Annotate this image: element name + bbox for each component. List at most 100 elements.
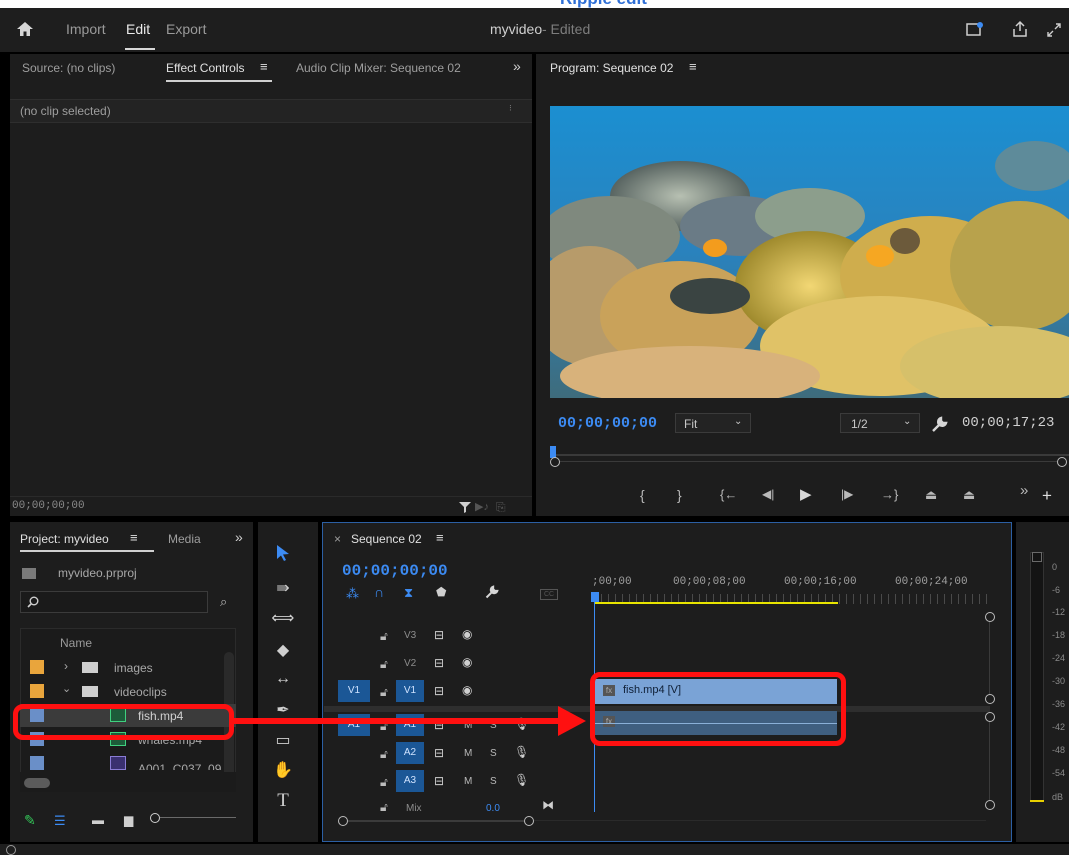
zoom-slider-handle[interactable] <box>150 813 160 823</box>
captions-icon[interactable]: CC <box>540 589 558 600</box>
play-icon[interactable]: ▶ <box>800 485 812 503</box>
track-label[interactable]: A3 <box>396 770 424 792</box>
pencil-icon[interactable]: ✎ <box>24 812 36 829</box>
scroll-handle-left[interactable] <box>338 816 348 826</box>
close-sequence-icon[interactable]: × <box>334 532 341 546</box>
lock-icon[interactable]: 🔓︎ <box>380 657 388 672</box>
more-panels-icon[interactable]: » <box>235 529 243 545</box>
more-buttons-icon[interactable]: » <box>1020 482 1028 499</box>
more-panels-icon[interactable]: » <box>513 58 521 74</box>
column-header-name[interactable]: Name <box>60 636 92 650</box>
lock-icon[interactable]: 🔓︎ <box>380 629 388 644</box>
sync-lock-icon[interactable]: ⊟ <box>434 746 444 760</box>
add-button-icon[interactable]: + <box>1042 486 1052 506</box>
tab-effect-controls[interactable]: Effect Controls <box>166 61 244 75</box>
timeline-horizontal-scroll[interactable] <box>338 816 986 828</box>
sync-lock-icon[interactable]: ⊟ <box>434 656 444 670</box>
timeline-timecode[interactable]: 00;00;00;00 <box>342 562 448 580</box>
scroll-thumb[interactable] <box>348 820 524 822</box>
export-clip-icon[interactable]: ⎘ <box>496 500 506 515</box>
program-playhead-timecode[interactable]: 00;00;00;00 <box>558 415 657 432</box>
mark-in-icon[interactable]: { <box>640 487 645 503</box>
track-scroll-handle[interactable] <box>985 800 995 810</box>
mute-button[interactable]: M <box>464 776 472 787</box>
go-to-out-icon[interactable]: →} <box>881 487 898 502</box>
eye-icon[interactable]: ◉ <box>462 655 472 669</box>
microphone-icon[interactable]: 🎙︎ <box>514 773 529 787</box>
step-forward-icon[interactable]: |▶ <box>841 487 853 501</box>
track-scroll-handle[interactable] <box>985 612 995 622</box>
selection-tool-icon[interactable] <box>270 544 296 570</box>
nest-icon[interactable]: ⁂ <box>346 586 359 602</box>
linked-selection-icon[interactable]: ⧗ <box>404 585 413 601</box>
hand-tool-icon[interactable]: ✋ <box>270 760 296 786</box>
eye-icon[interactable]: ◉ <box>462 627 472 641</box>
sync-lock-icon[interactable]: ⊟ <box>434 684 444 698</box>
snap-icon[interactable]: ∩ <box>374 584 384 600</box>
icon-view-icon[interactable]: ▬ <box>92 813 104 827</box>
import-tab[interactable]: Import <box>66 21 106 37</box>
extract-icon[interactable]: ⏏ <box>963 487 975 503</box>
mix-volume-value[interactable]: 0.0 <box>486 803 500 812</box>
tab-media-browser[interactable]: Media <box>168 532 201 546</box>
lift-icon[interactable]: ⏏ <box>925 487 937 503</box>
track-select-tool-icon[interactable]: ⇛ <box>270 578 296 604</box>
list-item[interactable]: ⌄ videoclips <box>20 680 236 703</box>
lock-icon[interactable]: 🔓︎ <box>380 685 388 700</box>
timeline-playhead-handle[interactable] <box>591 592 599 602</box>
panel-menu-icon[interactable]: ≡ <box>689 59 697 74</box>
edit-tab[interactable]: Edit <box>126 21 150 37</box>
razor-tool-icon[interactable]: ◆ <box>270 640 296 666</box>
horizontal-scrollbar[interactable] <box>24 778 50 788</box>
share-icon[interactable] <box>1011 20 1029 38</box>
track-label[interactable]: A2 <box>396 742 424 764</box>
fullscreen-icon[interactable] <box>1046 22 1062 38</box>
filter-icon[interactable] <box>458 500 472 514</box>
panel-menu-icon[interactable]: ≡ <box>436 530 444 545</box>
home-icon[interactable] <box>16 20 34 38</box>
lock-icon[interactable]: 🔓︎ <box>380 747 388 762</box>
sync-lock-icon[interactable]: ⊟ <box>434 628 444 642</box>
add-marker-icon[interactable]: ⬟ <box>436 585 446 599</box>
rectangle-tool-icon[interactable]: ▭ <box>270 730 296 756</box>
track-scroll-handle[interactable] <box>985 712 995 722</box>
slip-tool-icon[interactable]: ↔ <box>270 670 296 696</box>
solo-button[interactable]: S <box>490 776 497 787</box>
solo-button[interactable]: S <box>490 748 497 759</box>
sequence-tab[interactable]: Sequence 02 <box>351 532 422 546</box>
work-area-bar[interactable] <box>594 602 838 604</box>
ripple-edit-tool-icon[interactable]: ⟺ <box>270 608 296 634</box>
source-patch-v1[interactable]: V1 <box>338 680 370 702</box>
go-to-in-icon[interactable]: {← <box>720 487 737 502</box>
meter-solo-button[interactable] <box>1032 552 1042 562</box>
track-scroll-handle[interactable] <box>985 694 995 704</box>
fit-dropdown[interactable]: Fit ⌄ <box>675 413 751 433</box>
collapse-icon[interactable]: ⁝ <box>509 103 512 114</box>
eye-icon[interactable]: ◉ <box>462 683 472 697</box>
mark-out-icon[interactable]: } <box>677 487 682 503</box>
export-tab[interactable]: Export <box>166 21 206 37</box>
zoom-bar[interactable] <box>550 457 1067 467</box>
play-audio-icon[interactable]: ▶♪ <box>475 500 489 513</box>
panel-menu-icon[interactable]: ≡ <box>130 530 138 545</box>
step-back-icon[interactable]: ◀| <box>762 487 774 501</box>
new-bin-search-icon[interactable]: ⌕ <box>220 594 227 610</box>
tab-source[interactable]: Source: (no clips) <box>22 61 115 75</box>
status-indicator-icon[interactable] <box>6 845 16 855</box>
go-to-end-icon[interactable]: ⧓ <box>542 798 554 812</box>
track-label[interactable]: V1 <box>396 680 424 702</box>
lock-icon[interactable]: 🔓︎ <box>380 800 388 812</box>
mute-button[interactable]: M <box>464 748 472 759</box>
sync-lock-icon[interactable]: ⊟ <box>434 774 444 788</box>
wrench-icon[interactable] <box>930 416 948 434</box>
tab-audio-clip-mixer[interactable]: Audio Clip Mixer: Sequence 02 <box>296 61 461 75</box>
scroll-handle-right[interactable] <box>524 816 534 826</box>
project-search-input[interactable] <box>20 591 208 613</box>
tab-project[interactable]: Project: myvideo <box>20 532 109 546</box>
chevron-right-icon[interactable]: › <box>64 659 68 673</box>
zoom-handle-left[interactable] <box>550 457 560 467</box>
quick-export-icon[interactable] <box>966 22 984 38</box>
panel-menu-icon[interactable]: ≡ <box>260 59 268 74</box>
zoom-handle-right[interactable] <box>1057 457 1067 467</box>
microphone-icon[interactable]: 🎙︎ <box>514 745 529 759</box>
